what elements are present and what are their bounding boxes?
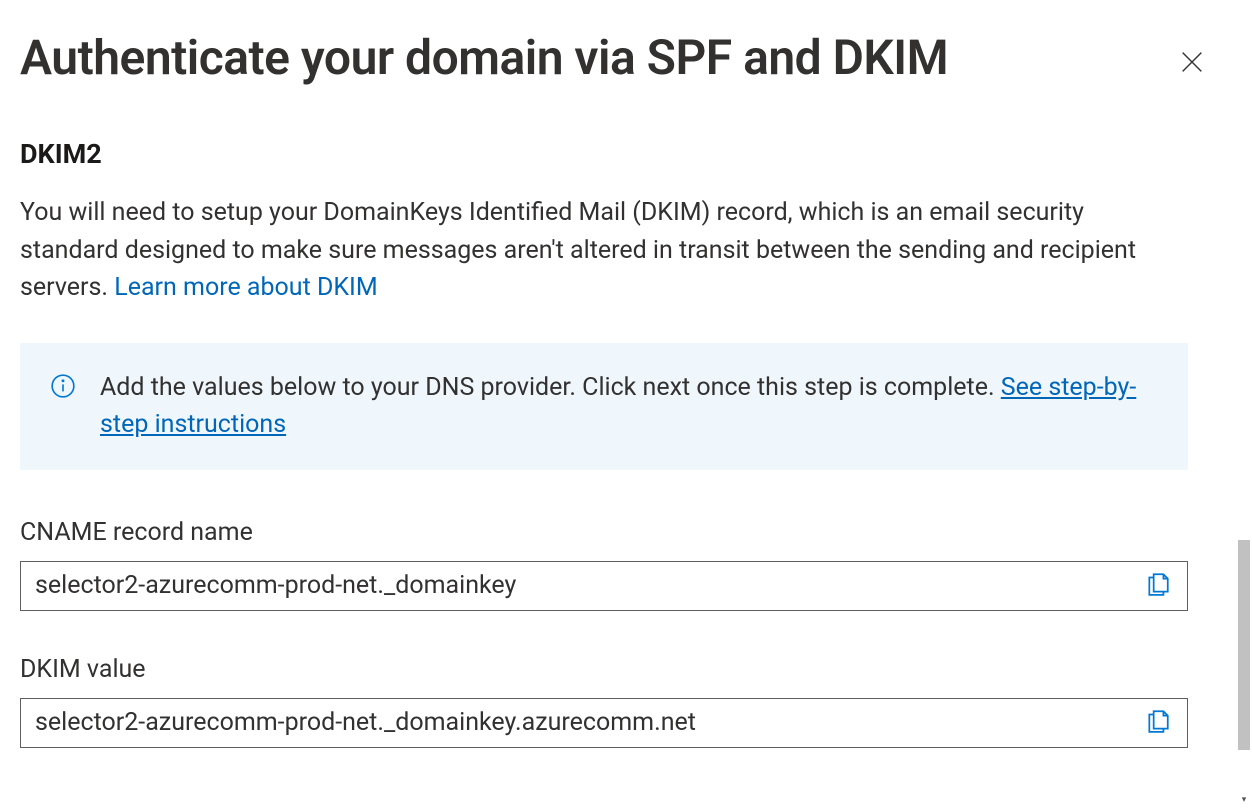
page-title: Authenticate your domain via SPF and DKI… [20,28,948,88]
close-icon [1178,48,1206,76]
dkim-copy-button[interactable] [1143,706,1173,739]
cname-copy-button[interactable] [1143,569,1173,602]
info-message: Add the values below to your DNS provide… [100,373,1001,402]
dkim-field-box [20,698,1188,748]
cname-label: CNAME record name [20,518,1188,547]
dkim-field-group: DKIM value [20,655,1188,748]
info-box: Add the values below to your DNS provide… [20,343,1188,470]
cname-input[interactable] [35,571,1143,600]
scrollbar-track[interactable]: ▾ [1236,0,1252,808]
scrollbar-down-arrow[interactable]: ▾ [1236,792,1252,808]
dkim-input[interactable] [35,708,1143,737]
dkim-label: DKIM value [20,655,1188,684]
copy-icon [1145,571,1171,597]
learn-more-link[interactable]: Learn more about DKIM [114,273,377,302]
auth-domain-panel: Authenticate your domain via SPF and DKI… [0,0,1252,808]
copy-icon [1145,708,1171,734]
section-heading: DKIM2 [20,138,1188,170]
scrollbar-thumb[interactable] [1238,540,1250,750]
section-description: You will need to setup your DomainKeys I… [20,194,1188,307]
panel-content: DKIM2 You will need to setup your Domain… [20,138,1252,748]
info-text: Add the values below to your DNS provide… [100,369,1158,444]
info-icon [50,373,76,403]
cname-field-group: CNAME record name [20,518,1188,611]
close-button[interactable] [1172,42,1212,85]
cname-field-box [20,561,1188,611]
panel-header: Authenticate your domain via SPF and DKI… [20,28,1252,88]
